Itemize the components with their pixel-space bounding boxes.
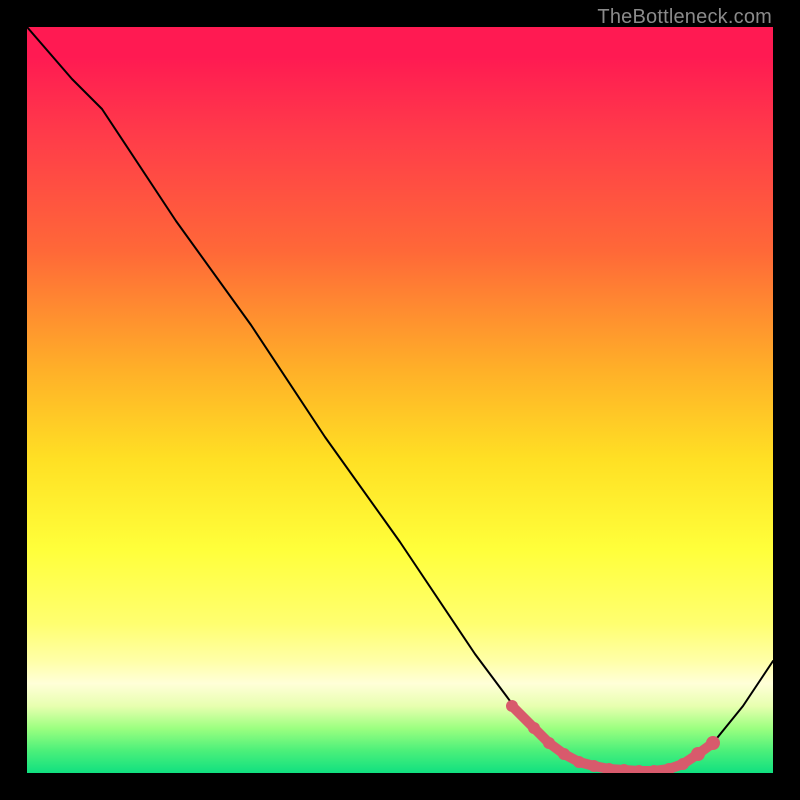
marker-dot [506, 700, 518, 712]
marker-dot [677, 758, 689, 770]
marker-dot [543, 737, 555, 749]
chart-plot-area [27, 27, 773, 773]
chart-frame: TheBottleneck.com [0, 0, 800, 800]
watermark-text: TheBottleneck.com [597, 6, 772, 29]
bottleneck-chart [27, 27, 773, 773]
marker-dot [706, 736, 720, 750]
marker-dot [528, 722, 540, 734]
marker-dot [691, 747, 705, 761]
marker-dot [558, 748, 570, 760]
marker-dot [588, 760, 600, 772]
marker-dot [573, 756, 585, 768]
bottleneck-curve-line [27, 27, 773, 771]
